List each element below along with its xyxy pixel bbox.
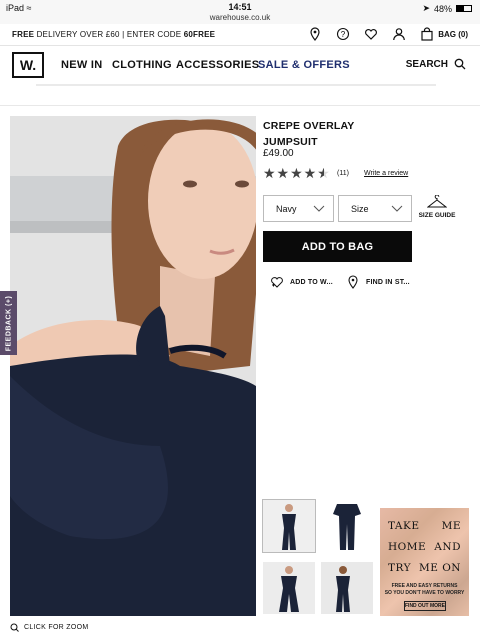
promo-bar: FREE DELIVERY OVER £60 | ENTER CODE 60FR… xyxy=(0,24,480,46)
size-guide-label: SIZE GUIDE xyxy=(418,212,456,219)
colour-value: Navy xyxy=(276,203,297,214)
bag-icon xyxy=(421,27,433,41)
search-button[interactable]: SEARCH xyxy=(406,58,466,70)
find-in-store-label: FIND IN ST... xyxy=(366,278,410,286)
promo-word: AND xyxy=(434,541,461,553)
add-to-bag-button[interactable]: ADD TO BAG xyxy=(263,231,412,262)
nav-new-in[interactable]: NEW IN xyxy=(61,59,103,71)
chevron-down-icon xyxy=(391,205,403,212)
promo-word: HOME xyxy=(388,541,427,553)
warehouse-logo[interactable]: W. xyxy=(12,52,44,78)
bag-label: BAG (0) xyxy=(438,29,468,39)
status-bar: iPad ≈ 14:51 warehouse.co.uk ➤ 48% xyxy=(0,0,480,24)
zoom-label: CLICK FOR ZOOM xyxy=(24,624,89,631)
promo-line-1: TAKE ME xyxy=(388,520,461,532)
thumbnail-back[interactable] xyxy=(321,562,373,614)
account-icon[interactable] xyxy=(392,27,406,41)
promo-delivery: DELIVERY OVER £60 | ENTER CODE xyxy=(34,30,184,39)
product-price: £49.00 xyxy=(263,148,294,159)
zoom-link[interactable]: CLICK FOR ZOOM xyxy=(10,623,88,632)
star-rating-icon: ★★★★★★★★★★ xyxy=(263,165,331,181)
star-fill: ★★★★★ xyxy=(263,166,324,180)
battery-icon xyxy=(456,5,472,12)
header-icons: ? BAG (0) xyxy=(308,27,468,41)
thumbnail-side[interactable] xyxy=(263,562,315,614)
size-select[interactable]: Size xyxy=(338,195,412,222)
bag-button[interactable]: BAG (0) xyxy=(420,27,468,41)
help-icon[interactable]: ? xyxy=(336,27,350,41)
promo-code: 60FREE xyxy=(183,30,216,39)
address-bar[interactable]: warehouse.co.uk xyxy=(0,13,480,22)
wishlist-heart-icon[interactable] xyxy=(364,27,378,41)
promo-small-text-1: FREE AND EASY RETURNS xyxy=(391,583,458,589)
colour-select[interactable]: Navy xyxy=(263,195,334,222)
nav-accessories[interactable]: ACCESSORIES xyxy=(176,59,259,71)
main-nav: W. NEW IN CLOTHING ACCESSORIES SALE & OF… xyxy=(0,46,480,86)
feedback-tab[interactable]: FEEDBACK (+) xyxy=(0,291,17,355)
heart-plus-icon xyxy=(271,277,283,288)
product-main-image[interactable] xyxy=(10,116,256,616)
location-pin-icon[interactable] xyxy=(308,27,322,41)
thumbnail-image xyxy=(263,562,315,614)
search-icon xyxy=(454,58,466,70)
nav-sale-offers[interactable]: SALE & OFFERS xyxy=(258,59,350,71)
promo-free: FREE xyxy=(12,30,35,39)
thumbnail-flat[interactable] xyxy=(321,500,373,552)
size-guide-link[interactable]: SIZE GUIDE xyxy=(417,195,457,219)
write-review-link[interactable]: Write a review xyxy=(364,170,408,177)
review-count[interactable]: (11) xyxy=(337,170,349,177)
thumbnail-image xyxy=(321,500,373,552)
promo-line-2: HOME AND xyxy=(388,541,461,553)
status-right: ➤ 48% xyxy=(422,3,472,14)
nav-clothing[interactable]: CLOTHING xyxy=(112,59,172,71)
promo-word: TRY xyxy=(388,562,412,574)
thumbnail-front[interactable] xyxy=(262,499,316,553)
search-label: SEARCH xyxy=(405,58,448,70)
add-to-wishlist-label: ADD TO W... xyxy=(290,278,333,286)
thumbnail-image xyxy=(263,500,315,552)
thumbnail-image xyxy=(321,562,373,614)
promo-line-3: TRY ME ON xyxy=(388,562,461,574)
find-in-store-button[interactable]: FIND IN ST... xyxy=(346,275,410,289)
header-divider xyxy=(0,105,480,106)
promo-word: ME ON xyxy=(418,562,461,574)
location-icon: ➤ xyxy=(422,3,430,13)
clock: 14:51 xyxy=(228,2,252,12)
product-title-line1: CREPE OVERLAY xyxy=(263,120,355,132)
chevron-down-icon xyxy=(313,205,325,212)
find-out-more-button[interactable]: FIND OUT MORE xyxy=(404,601,446,611)
model-illustration xyxy=(10,116,256,616)
promo-word: TAKE xyxy=(388,520,420,532)
product-rating[interactable]: ★★★★★★★★★★ xyxy=(263,166,331,180)
promo-word: ME xyxy=(441,520,461,532)
promo-text[interactable]: FREE DELIVERY OVER £60 | ENTER CODE 60FR… xyxy=(12,30,215,39)
svg-text:?: ? xyxy=(341,30,346,39)
product-title: CREPE OVERLAY JUMPSUIT xyxy=(263,118,393,150)
returns-promo-banner[interactable]: TAKE ME HOME AND TRY ME ON FREE AND EASY RE… xyxy=(380,508,469,616)
zoom-icon xyxy=(10,623,19,632)
hanger-icon xyxy=(427,195,447,208)
hidden-nav-strip xyxy=(36,84,436,86)
location-pin-icon xyxy=(348,275,358,289)
promo-small-text-2: SO YOU DON'T HAVE TO WORRY xyxy=(384,590,465,596)
add-to-wishlist-button[interactable]: ADD TO W... xyxy=(270,275,333,289)
feedback-label: FEEDBACK (+) xyxy=(5,295,12,351)
battery-percent: 48% xyxy=(433,3,452,14)
size-placeholder: Size xyxy=(351,203,369,214)
